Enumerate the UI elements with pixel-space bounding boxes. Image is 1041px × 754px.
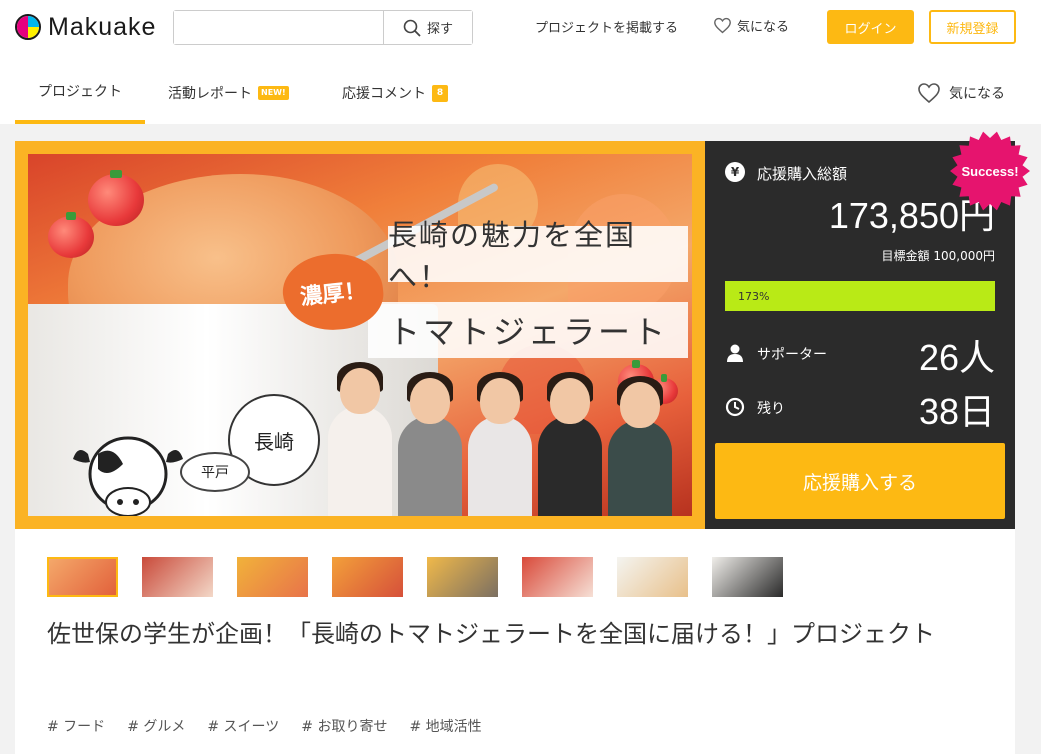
total-amount-label: 応援購入総額 [757,165,848,183]
search-icon [403,19,421,37]
tab-projects[interactable]: プロジェクト [15,62,145,124]
search-button[interactable]: 探す [383,11,472,44]
thumbnail-5[interactable] [427,557,498,597]
hero-sign: 平戸 [180,452,250,492]
person-icon [727,344,743,362]
project-tabs: プロジェクト 活動レポート NEW! 応援コメント 8 気になる [0,62,1041,124]
tag-list: # フード # グルメ # スイーツ # お取り寄せ # 地域活性 [47,716,482,736]
tag-link[interactable]: # フード [47,716,105,736]
student-figure [328,362,392,516]
heart-icon [918,83,940,104]
progress-label: 173% [738,289,770,303]
remaining-value: 38日 [918,391,995,432]
success-badge: Success! [949,130,1031,212]
favorite-label: 気になる [949,86,1005,102]
login-button[interactable]: ログイン [827,10,914,44]
new-badge: NEW! [258,86,289,100]
progress-fill: 173% [725,281,995,311]
comment-count-badge: 8 [432,84,448,102]
hero-headline-bottom: トマトジェラート [368,302,688,358]
thumbnail-4[interactable] [332,557,403,597]
favorite-button[interactable]: 気になる [917,82,1005,104]
search-button-label: 探す [426,22,453,37]
favorite-header-label: 気になる [737,20,790,35]
tab-reports[interactable]: 活動レポート NEW! [168,62,289,124]
success-label: Success! [961,163,1019,179]
makuake-logo[interactable]: Makuake [15,12,156,42]
thumbnail-2[interactable] [142,557,213,597]
favorite-header-link[interactable]: 気になる [713,16,789,35]
search-box: 探す [173,10,473,45]
site-header: Makuake 探す プロジェクトを掲載する 気になる ログイン 新規登録 [0,0,1041,54]
clock-icon [725,397,745,417]
search-input[interactable] [174,11,383,44]
cow-illustration [73,436,183,516]
buy-button[interactable]: 応援購入する [715,443,1005,519]
supporters-label: サポーター [757,347,827,363]
thumbnail-1[interactable] [47,557,118,597]
heart-icon [714,17,731,34]
tomato-illustration [48,212,94,258]
supporters-value: 26人 [918,337,995,378]
thumbnail-6[interactable] [522,557,593,597]
tab-comments[interactable]: 応援コメント 8 [342,62,448,124]
thumbnail-strip [47,557,783,597]
remaining-label: 残り [757,401,785,417]
logo-text: Makuake [48,12,157,41]
thumbnail-3[interactable] [237,557,308,597]
hero-photo: 長崎の魅力を全国へ！ トマトジェラート 濃厚！ 長崎 平戸 [28,154,692,516]
tomato-illustration [88,170,144,226]
hero-image[interactable]: 長崎の魅力を全国へ！ トマトジェラート 濃厚！ 長崎 平戸 [15,141,705,529]
tab-projects-label: プロジェクト [38,84,122,100]
thumbnail-7[interactable] [617,557,688,597]
funding-progress-bar: 173% [725,281,995,311]
signup-button[interactable]: 新規登録 [929,10,1016,44]
tag-link[interactable]: # グルメ [127,716,185,736]
student-figure [538,372,602,516]
student-figure [398,372,462,516]
hero-headline-top: 長崎の魅力を全国へ！ [388,218,688,294]
tag-link[interactable]: # 地域活性 [409,716,481,736]
student-figure [608,376,672,516]
project-title: 佐世保の学生が企画！「長崎のトマトジェラートを全国に届ける！」プロジェクト [47,620,935,648]
makuake-logo-mark-icon [15,14,41,40]
student-figure [468,372,532,516]
tab-reports-label: 活動レポート [168,86,252,102]
goal-amount: 目標金額 100,000円 [881,249,995,263]
tab-comments-label: 応援コメント [342,86,426,102]
yen-icon: ¥ [725,162,745,182]
post-project-link[interactable]: プロジェクトを掲載する [535,17,678,36]
tag-link[interactable]: # スイーツ [207,716,279,736]
thumbnail-8[interactable] [712,557,783,597]
tag-link[interactable]: # お取り寄せ [301,716,387,736]
